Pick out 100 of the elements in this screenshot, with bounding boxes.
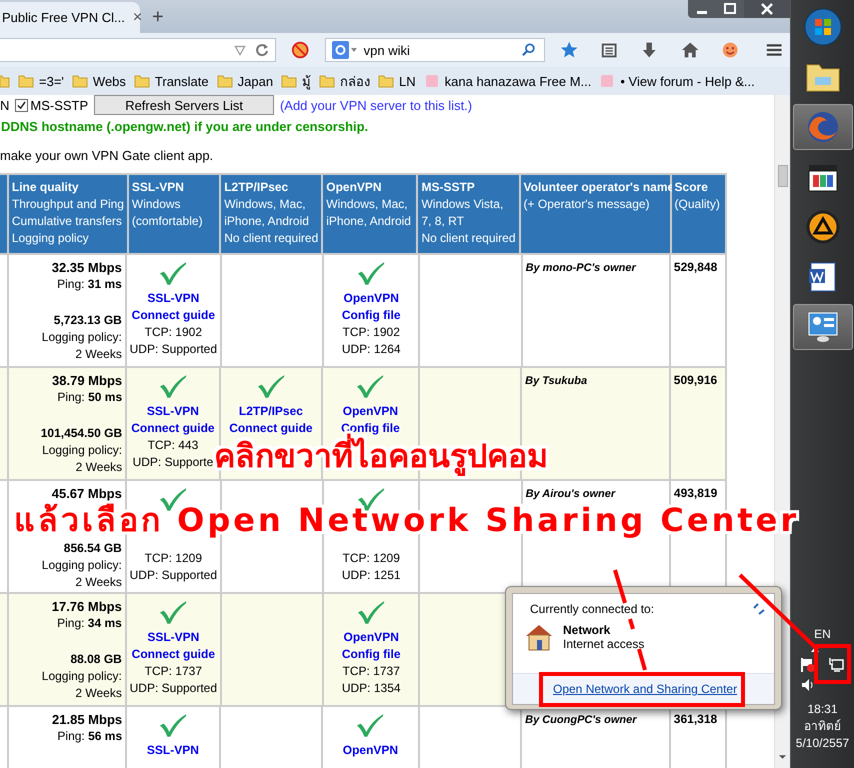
protocol-link[interactable]: L2TP/IPsec bbox=[238, 403, 303, 420]
popup-heading: Currently connected to: bbox=[530, 602, 654, 616]
sstp-checkbox[interactable]: MS-SSTP bbox=[15, 98, 88, 112]
page-icon bbox=[424, 74, 440, 88]
protocol-link[interactable]: SSL-VPN bbox=[147, 629, 200, 646]
search-icon[interactable] bbox=[522, 43, 536, 57]
search-engine-icon[interactable] bbox=[332, 41, 358, 59]
logging-label: Logging policy: bbox=[42, 329, 122, 346]
ping-text: Ping: 50 ms bbox=[57, 389, 122, 406]
ping-text: Ping: 34 ms bbox=[57, 615, 122, 632]
logging-label: Logging policy: bbox=[42, 557, 122, 574]
protocol-link[interactable]: Config file bbox=[342, 307, 401, 324]
port-text: TCP: 1902 bbox=[144, 324, 202, 341]
protocol-link[interactable]: SSL-VPN bbox=[146, 403, 199, 420]
transfer-text: 101,454.50 GB bbox=[40, 425, 122, 442]
refresh-arrows-icon[interactable] bbox=[752, 602, 766, 616]
logging-period: 2 Weeks bbox=[75, 685, 122, 702]
ping-text: Ping: 31 ms bbox=[57, 276, 122, 293]
header-cell: OpenVPN Windows, Mac, iPhone, Android bbox=[323, 175, 418, 255]
check-icon bbox=[357, 261, 386, 286]
blocked-icon[interactable] bbox=[291, 40, 310, 60]
protocol-link[interactable]: Connect guide bbox=[132, 646, 215, 663]
score-text: 361,318 bbox=[674, 712, 718, 726]
start-orb-icon[interactable] bbox=[802, 7, 842, 47]
operator-name: By Tsukuba bbox=[525, 375, 588, 387]
score-text: 529,848 bbox=[674, 260, 718, 274]
protocol-link[interactable]: SSL-VPN bbox=[146, 742, 199, 759]
check-icon bbox=[159, 261, 188, 286]
tick-icon bbox=[17, 100, 26, 110]
network-status: Internet access bbox=[563, 637, 644, 651]
folder-icon bbox=[18, 74, 34, 88]
bookmark[interactable]: kana hanazawa Free M... bbox=[424, 74, 592, 88]
operator-name: By Airou's owner bbox=[526, 488, 616, 500]
check-icon bbox=[256, 374, 285, 399]
operator-name: By mono-PC's owner bbox=[526, 262, 636, 274]
flag-error-icon[interactable] bbox=[800, 657, 816, 673]
port-text: TCP: 1737 bbox=[342, 663, 400, 680]
protocol-link[interactable]: Connect guide bbox=[132, 307, 215, 324]
folder-icon bbox=[216, 74, 233, 88]
logging-label: Logging policy: bbox=[42, 442, 122, 459]
port-text: UDP: Supporte bbox=[132, 454, 214, 471]
refresh-button[interactable]: Refresh Servers List bbox=[94, 95, 274, 115]
dropdown-icon[interactable] bbox=[233, 43, 248, 57]
protocol-link[interactable]: Connect guide bbox=[131, 420, 215, 437]
protocol-link[interactable]: OpenVPN bbox=[344, 629, 399, 646]
reload-icon[interactable] bbox=[255, 43, 270, 57]
search-field[interactable]: vpn wiki bbox=[324, 38, 545, 62]
taskbar-button[interactable] bbox=[792, 304, 852, 350]
folder-icon bbox=[319, 74, 336, 88]
clock[interactable]: 18:31 อาทิตย์ 5/10/2557 bbox=[796, 701, 850, 752]
throughput-text: 32.35 Mbps bbox=[52, 259, 122, 276]
home-icon[interactable] bbox=[680, 40, 700, 60]
port-text: UDP: Supported bbox=[130, 567, 218, 584]
transfer-text: 5,723.13 GB bbox=[54, 312, 122, 329]
bookmark[interactable]: =3=' bbox=[18, 74, 64, 88]
add-server-link[interactable]: (Add your VPN server to this list.) bbox=[280, 98, 472, 112]
port-text: TCP: 443 bbox=[148, 437, 198, 454]
port-text: TCP: 1737 bbox=[144, 663, 202, 680]
throughput-text: 21.85 Mbps bbox=[52, 711, 122, 728]
bookmark[interactable]: มู้ bbox=[281, 70, 312, 92]
browser-tab[interactable]: Public Free VPN Cl... × bbox=[0, 2, 140, 33]
scroll-down-icon[interactable] bbox=[778, 754, 787, 760]
header-cell: Line quality Throughput and Ping Cumulative transfers Logging policy bbox=[8, 175, 129, 255]
address-field[interactable] bbox=[0, 38, 276, 62]
bookmark[interactable]: Translate bbox=[134, 74, 209, 88]
protocol-link[interactable]: SSL-VPN bbox=[147, 290, 200, 307]
protocol-link[interactable]: OpenVPN bbox=[344, 290, 399, 307]
scrollbar-thumb[interactable] bbox=[778, 165, 788, 187]
protocol-link[interactable]: Connect guide bbox=[229, 420, 313, 437]
smiley-icon[interactable] bbox=[721, 40, 740, 60]
page-text: N bbox=[0, 98, 10, 112]
bookmark[interactable]: LN bbox=[378, 74, 416, 88]
check-icon bbox=[158, 374, 187, 399]
folder-icon bbox=[378, 74, 394, 88]
folder-icon bbox=[72, 74, 88, 88]
protocol-link[interactable]: OpenVPN bbox=[342, 742, 398, 759]
network-icon[interactable] bbox=[828, 657, 844, 673]
bookmark[interactable]: Webs bbox=[72, 74, 126, 88]
logging-period: 2 Weeks bbox=[76, 459, 122, 476]
logging-period: 2 Weeks bbox=[75, 574, 122, 591]
throughput-text: 45.67 Mbps bbox=[52, 485, 122, 502]
protocol-link[interactable]: OpenVPN bbox=[342, 403, 398, 420]
network-name: Network bbox=[563, 623, 612, 637]
close-icon[interactable] bbox=[744, 0, 790, 18]
bookmark[interactable]: • View forum - Help &... bbox=[599, 74, 755, 88]
header-cell: MS-SSTP Windows Vista, 7, 8, RT No client required bbox=[418, 175, 521, 255]
protocol-link[interactable]: Config file bbox=[342, 646, 401, 663]
check-icon bbox=[356, 374, 384, 399]
notice-text: DDNS hostname (.opengw.net) if you are under censorship. bbox=[1, 119, 370, 134]
check-icon bbox=[357, 600, 386, 625]
bookmark[interactable]: Japan bbox=[216, 74, 274, 88]
star-icon[interactable] bbox=[560, 40, 578, 60]
port-text: TCP: 1902 bbox=[342, 324, 400, 341]
operator-name: By CuongPC's owner bbox=[525, 714, 637, 726]
port-text: UDP: 1251 bbox=[342, 567, 401, 584]
transfer-text: 856.54 GB bbox=[64, 540, 122, 557]
score-text: 509,916 bbox=[674, 373, 718, 387]
bookmark[interactable]: กล่อง bbox=[319, 70, 370, 92]
logging-period: 2 Weeks bbox=[75, 346, 122, 363]
language-indicator[interactable]: EN bbox=[814, 627, 831, 641]
